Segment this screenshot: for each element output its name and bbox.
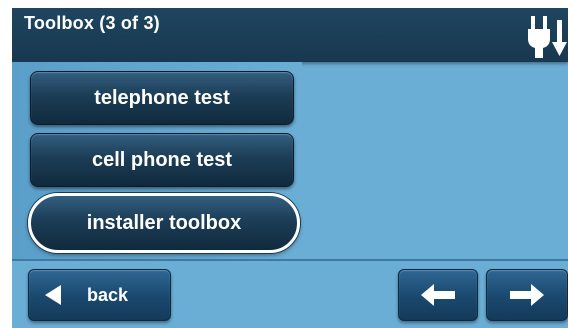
telephone-test-button[interactable]: telephone test — [30, 71, 294, 125]
next-page-button[interactable] — [486, 269, 568, 321]
back-button-label: back — [87, 285, 129, 305]
left-triangle-icon — [45, 285, 61, 305]
back-button[interactable]: back — [28, 269, 171, 321]
header-bar: Toolbox (3 of 3) — [12, 8, 568, 62]
power-plug-icon — [528, 16, 567, 58]
left-arrow-icon — [421, 284, 455, 306]
footer-divider — [12, 259, 568, 261]
toolbox-screen: Toolbox (3 of 3) telephone test cell pho… — [12, 8, 568, 328]
cell-phone-test-button[interactable]: cell phone test — [30, 133, 294, 187]
right-arrow-icon — [510, 284, 544, 306]
installer-toolbox-button[interactable]: installer toolbox — [28, 193, 300, 253]
previous-page-button[interactable] — [398, 269, 478, 321]
page-title: Toolbox (3 of 3) — [24, 13, 160, 33]
